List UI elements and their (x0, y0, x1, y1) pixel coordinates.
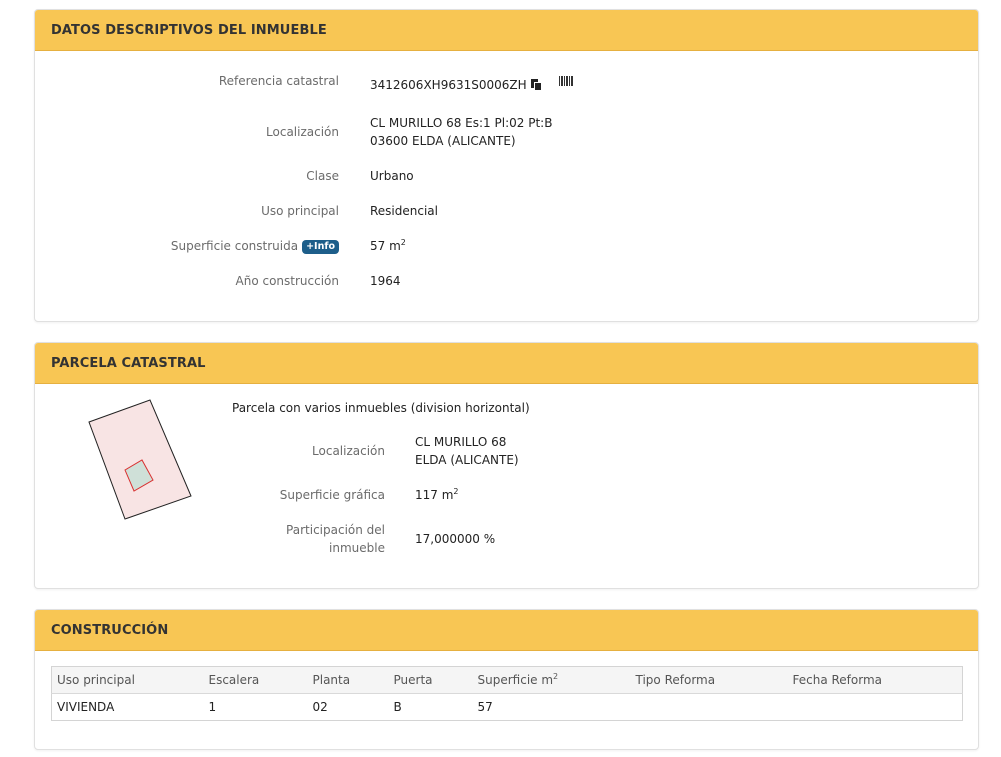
construccion-panel: CONSTRUCCIÓN Uso principal Escalera Plan… (34, 609, 979, 750)
clase-label: Clase (306, 169, 339, 183)
referencia-catastral-value[interactable]: 3412606XH9631S0006ZH (370, 78, 527, 92)
parcela-catastral-header: PARCELA CATASTRAL (35, 343, 978, 384)
col-puerta: Puerta (388, 666, 473, 694)
col-planta: Planta (307, 666, 389, 694)
info-button[interactable]: +Info (302, 240, 339, 254)
parcela-description: Parcela con varios inmuebles (division h… (232, 401, 530, 415)
cell-escalera: 1 (208, 700, 217, 714)
barcode-icon[interactable] (559, 76, 574, 86)
superficie-construida-label: Superficie construida (170, 239, 299, 253)
referencia-catastral-label: Referencia catastral (218, 74, 339, 88)
cell-fecha-reforma (788, 694, 963, 721)
parcela-localizacion-line1: CL MURILLO 68 (415, 435, 507, 449)
datos-descriptivos-panel: DATOS DESCRIPTIVOS DEL INMUEBLE Referenc… (34, 9, 979, 322)
participacion-label-line2: inmueble (329, 541, 385, 555)
anio-construccion-value: 1964 (370, 274, 401, 288)
copy-icon[interactable] (530, 79, 542, 91)
localizacion-label: Localización (266, 125, 339, 139)
col-escalera: Escalera (203, 666, 308, 694)
parcel-outline (88, 399, 192, 520)
anio-construccion-label: Año construcción (235, 274, 340, 288)
cell-puerta: B (393, 700, 402, 714)
uso-principal-value: Residencial (370, 204, 438, 218)
construccion-header: CONSTRUCCIÓN (35, 610, 978, 651)
cell-tipo-reforma (631, 694, 788, 721)
col-superficie: Superficie m2 (472, 666, 631, 694)
col-superficie-exp: 2 (553, 672, 559, 681)
superficie-grafica-label: Superficie gráfica (279, 488, 385, 502)
participacion-label-line1: Participación del (286, 523, 385, 537)
col-fecha-reforma: Fecha Reforma (787, 666, 963, 694)
table-row: VIVIENDA 1 02 B 57 (52, 694, 963, 721)
superficie-construida-value-row: 57 m2 (370, 237, 406, 255)
superficie-grafica-value: 117 m (415, 488, 454, 502)
cell-superficie: 57 (477, 700, 493, 714)
localizacion-line2: 03600 ELDA (ALICANTE) (370, 134, 516, 148)
superficie-grafica-exp: 2 (453, 487, 459, 496)
parcela-catastral-panel: PARCELA CATASTRAL Parcela con varios inm… (34, 342, 979, 589)
construccion-table: Uso principal Escalera Planta Puerta Sup… (51, 666, 963, 721)
datos-descriptivos-header: DATOS DESCRIPTIVOS DEL INMUEBLE (35, 10, 978, 51)
col-tipo-reforma: Tipo Reforma (630, 666, 788, 694)
col-uso-principal: Uso principal (51, 666, 204, 694)
superficie-construida-value: 57 m (370, 239, 401, 253)
participacion-value: 17,000000 % (415, 532, 496, 546)
localizacion-line1: CL MURILLO 68 Es:1 Pl:02 Pt:B (370, 116, 553, 130)
uso-principal-label: Uso principal (261, 204, 339, 218)
superficie-construida-label-row: Superficie construida +Info (171, 237, 339, 255)
referencia-catastral-value-row: 3412606XH9631S0006ZH (370, 76, 542, 94)
cell-planta: 02 (312, 700, 328, 714)
superficie-grafica-value-row: 117 m2 (415, 486, 459, 504)
superficie-construida-exp: 2 (400, 238, 406, 247)
cell-uso: VIVIENDA (57, 700, 115, 714)
parcel-map[interactable] (87, 398, 197, 523)
clase-value: Urbano (370, 169, 414, 183)
parcela-localizacion-line2: ELDA (ALICANTE) (415, 453, 519, 467)
table-header-row: Uso principal Escalera Planta Puerta Sup… (51, 666, 963, 694)
parcela-localizacion-label: Localización (312, 444, 385, 458)
col-superficie-label: Superficie m (477, 673, 554, 687)
